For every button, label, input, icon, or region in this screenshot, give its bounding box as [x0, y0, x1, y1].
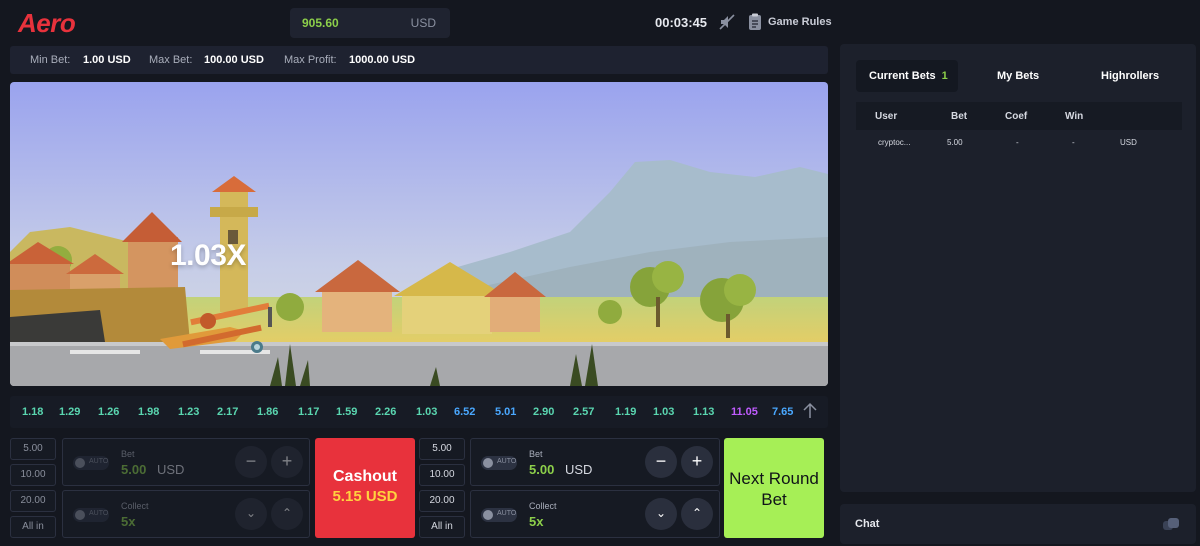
- next-round-bet-button[interactable]: Next Round Bet: [724, 438, 824, 538]
- bet-label-right: Bet: [529, 449, 543, 459]
- quick-bet-10-right[interactable]: 10.00: [419, 464, 465, 486]
- history-multiplier: 1.59: [336, 406, 358, 418]
- quick-bet-5[interactable]: 5.00: [10, 438, 56, 460]
- balance-currency: USD: [410, 16, 436, 30]
- chat-label: Chat: [855, 518, 880, 530]
- bet-currency-right: USD: [565, 462, 593, 477]
- next-bet-line1: Next Round: [729, 469, 819, 488]
- bet-value-right[interactable]: 5.00: [529, 462, 554, 477]
- cashout-button[interactable]: Cashout 5.15 USD: [315, 438, 415, 538]
- chevron-up-button[interactable]: ⌃: [271, 498, 303, 530]
- tab-highrollers[interactable]: Highrollers: [1101, 60, 1159, 92]
- history-multiplier: 1.18: [22, 406, 44, 418]
- bet-limits-bar: Min Bet: 1.00 USD Max Bet: 100.00 USD Ma…: [10, 46, 828, 74]
- history-multiplier: 2.90: [533, 406, 555, 418]
- logo: Aero: [18, 8, 76, 38]
- max-profit-label: Max Profit:: [284, 54, 337, 66]
- collect-value-right[interactable]: 5x: [529, 514, 543, 529]
- decrease-bet-button-right[interactable]: −: [645, 446, 677, 478]
- quick-bet-all-in[interactable]: All in: [10, 516, 56, 538]
- sound-muted-icon[interactable]: [718, 13, 736, 31]
- increase-bet-button-right[interactable]: +: [681, 446, 713, 478]
- max-bet-value: 100.00 USD: [204, 54, 264, 66]
- row-currency: USD: [1120, 138, 1137, 147]
- bets-table-header: User Bet Coef Win: [856, 102, 1182, 130]
- chat-icon[interactable]: [1162, 516, 1180, 534]
- quick-bet-10[interactable]: 10.00: [10, 464, 56, 486]
- current-bets-count: 1: [941, 70, 948, 82]
- min-bet-value: 1.00 USD: [83, 54, 131, 66]
- document-icon[interactable]: [748, 13, 762, 31]
- collect-box-right: AUTO Collect 5x ⌄ ⌃: [470, 490, 720, 538]
- history-multiplier: 1.98: [138, 406, 160, 418]
- auto-collect-toggle[interactable]: AUTO: [73, 508, 109, 522]
- quick-bet-5-right[interactable]: 5.00: [419, 438, 465, 460]
- chevron-down-button[interactable]: ⌄: [235, 498, 267, 530]
- collect-label: Collect: [121, 501, 149, 511]
- history-multiplier: 6.52: [454, 406, 476, 418]
- game-rules-button[interactable]: Game Rules: [768, 16, 832, 28]
- bet-amount-box-right: AUTO Bet 5.00 USD − +: [470, 438, 720, 486]
- row-user: cryptoc...: [878, 138, 911, 147]
- col-coef: Coef: [1005, 111, 1028, 122]
- arrow-up-icon[interactable]: [802, 402, 818, 420]
- table-row: cryptoc... 5.00 - - USD: [856, 134, 1182, 154]
- tab-my-bets[interactable]: My Bets: [997, 60, 1039, 92]
- balance-display: 905.60 USD: [290, 8, 450, 38]
- row-bet: 5.00: [947, 138, 963, 147]
- history-multiplier: 11.05: [731, 406, 758, 418]
- balance-amount: 905.60: [302, 16, 339, 30]
- bets-panel: Current Bets 1 My Bets Highrollers User B…: [840, 44, 1196, 492]
- chevron-up-button-right[interactable]: ⌃: [681, 498, 713, 530]
- quick-bet-20-right[interactable]: 20.00: [419, 490, 465, 512]
- bet-currency: USD: [157, 462, 185, 477]
- max-bet-label: Max Bet:: [149, 54, 193, 66]
- history-multiplier: 1.13: [693, 406, 715, 418]
- quick-bet-20[interactable]: 20.00: [10, 490, 56, 512]
- header: Aero 905.60 USD 00:03:45 Game Rules: [0, 0, 1200, 44]
- game-canvas: 1.03X: [10, 82, 828, 386]
- collect-label-right: Collect: [529, 501, 557, 511]
- row-coef: -: [1016, 138, 1019, 147]
- decrease-bet-button[interactable]: −: [235, 446, 267, 478]
- game-scene: [10, 82, 828, 386]
- auto-bet-toggle-right[interactable]: AUTO: [481, 456, 517, 470]
- row-win: -: [1072, 138, 1075, 147]
- history-multiplier: 7.65: [772, 406, 794, 418]
- session-timer: 00:03:45: [655, 15, 708, 30]
- bet-value[interactable]: 5.00: [121, 462, 146, 477]
- bet-label: Bet: [121, 449, 135, 459]
- bet-amount-box-left: AUTO Bet 5.00 USD − +: [62, 438, 310, 486]
- history-multiplier: 2.17: [217, 406, 239, 418]
- history-multiplier: 1.23: [178, 406, 200, 418]
- history-multiplier: 1.19: [615, 406, 637, 418]
- col-user: User: [875, 111, 898, 122]
- tab-current-bets[interactable]: Current Bets 1: [856, 60, 958, 92]
- increase-bet-button[interactable]: +: [271, 446, 303, 478]
- next-bet-line2: Bet: [761, 490, 787, 509]
- collect-value[interactable]: 5x: [121, 514, 135, 529]
- history-multiplier: 1.03: [653, 406, 675, 418]
- hangar: [10, 287, 190, 344]
- history-multiplier: 1.86: [257, 406, 279, 418]
- multiplier-history: 1.18 1.29 1.26 1.98 1.23 2.17 1.86 1.17 1.59 2.26…: [10, 396, 828, 428]
- history-multiplier: 5.01: [495, 406, 517, 418]
- collect-box-left: AUTO Collect 5x ⌄ ⌃: [62, 490, 310, 538]
- chevron-down-button-right[interactable]: ⌄: [645, 498, 677, 530]
- history-multiplier: 1.26: [98, 406, 120, 418]
- history-multiplier: 1.29: [59, 406, 81, 418]
- chat-bar[interactable]: Chat: [840, 504, 1196, 544]
- auto-collect-toggle-right[interactable]: AUTO: [481, 508, 517, 522]
- history-multiplier: 1.03: [416, 406, 438, 418]
- crash-multiplier: 1.03X: [170, 239, 246, 272]
- max-profit-value: 1000.00 USD: [349, 54, 416, 66]
- history-multiplier: 2.57: [573, 406, 595, 418]
- col-win: Win: [1065, 111, 1084, 122]
- history-multiplier: 1.17: [298, 406, 320, 418]
- history-multiplier: 2.26: [375, 406, 397, 418]
- auto-bet-toggle[interactable]: AUTO: [73, 456, 109, 470]
- min-bet-label: Min Bet:: [30, 54, 71, 66]
- quick-bet-all-in-right[interactable]: All in: [419, 516, 465, 538]
- col-bet: Bet: [951, 111, 968, 122]
